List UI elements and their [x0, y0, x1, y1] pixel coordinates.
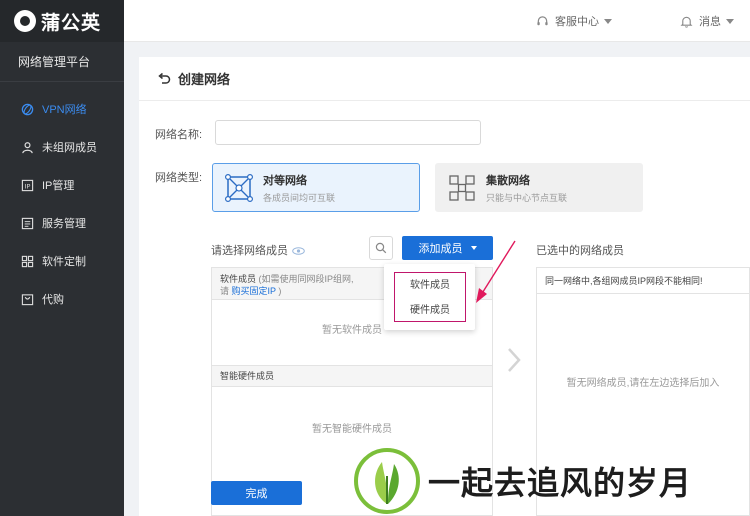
sidebar-item-unassigned[interactable]: 未组网成员	[0, 128, 124, 166]
watermark-logo	[354, 448, 420, 514]
list-icon	[20, 216, 34, 230]
hardware-members-header: 智能硬件成员	[212, 365, 492, 387]
sidebar-item-custom[interactable]: 软件定制	[0, 242, 124, 280]
selected-empty-text: 暂无网络成员,请在左边选择后加入	[566, 378, 720, 389]
headset-icon	[537, 15, 548, 25]
top-bar: 客服中心 消息	[124, 0, 750, 42]
logo-text: 蒲公英	[41, 12, 102, 34]
chevron-down-icon	[726, 18, 734, 24]
network-name-label: 网络名称:	[155, 129, 203, 141]
software-members-hint-suffix: )	[278, 286, 282, 296]
svg-text:IP: IP	[24, 182, 30, 190]
messages-link[interactable]: 消息	[680, 13, 734, 29]
watermark: 一起去追风的岁月	[352, 446, 750, 516]
sidebar-item-label: 软件定制	[42, 256, 86, 268]
annotation-arrow	[476, 240, 516, 303]
software-members-title: 软件成员	[220, 274, 257, 284]
support-center-label: 客服中心	[555, 16, 599, 28]
sidebar-item-ip[interactable]: IP IP管理	[0, 166, 124, 204]
search-icon	[375, 242, 387, 254]
network-type-label: 网络类型:	[155, 172, 203, 184]
selected-members-label: 已选中的网络成员	[536, 245, 624, 257]
network-name-input[interactable]	[215, 120, 481, 145]
platform-title: 网络管理平台	[0, 42, 124, 82]
bag-icon	[20, 292, 34, 306]
type-option-title: 对等网络	[263, 174, 307, 187]
page-title: 创建网络	[178, 72, 231, 87]
globe-icon	[20, 102, 34, 116]
peer-network-icon	[225, 173, 253, 202]
software-members-hint: (如需使用同网段IP组网,	[258, 274, 354, 284]
sidebar-item-purchase[interactable]: 代购	[0, 280, 124, 318]
messages-label: 消息	[699, 16, 721, 28]
bell-icon	[680, 16, 693, 28]
logo[interactable]: 蒲公英	[0, 0, 124, 42]
software-members-hint-prefix: 请	[220, 286, 230, 296]
type-option-hub[interactable]: 集散网络 只能与中心节点互联	[435, 163, 643, 212]
select-members-text: 请选择网络成员	[211, 245, 288, 257]
sidebar-item-label: 代购	[42, 294, 64, 306]
type-option-desc: 各成员间均可互联	[263, 192, 336, 203]
type-option-title: 集散网络	[486, 174, 530, 187]
hardware-empty-text: 暂无智能硬件成员	[312, 424, 392, 435]
selected-members-notice: 同一网络中,各组网成员IP网段不能相同!	[537, 268, 749, 294]
select-members-label: 请选择网络成员	[211, 242, 305, 258]
sidebar-item-label: 服务管理	[42, 218, 86, 230]
type-option-desc: 只能与中心节点互联	[486, 192, 568, 203]
ip-icon: IP	[20, 178, 34, 192]
sidebar: 蒲公英 网络管理平台 VPN网络 未组网成员 IP IP管理 服务管理 软件定制…	[0, 0, 124, 516]
dropdown-item-hardware[interactable]: 硬件成员	[395, 298, 465, 323]
grid-icon	[20, 254, 34, 268]
back-icon[interactable]	[157, 72, 171, 86]
transfer-arrow-icon[interactable]	[507, 347, 521, 373]
add-member-label: 添加成员	[418, 243, 463, 255]
sidebar-item-label: VPN网络	[42, 104, 87, 116]
type-option-peer[interactable]: 对等网络 各成员间均可互联	[212, 163, 420, 212]
user-icon	[20, 140, 34, 154]
card-header: 创建网络	[139, 57, 750, 101]
search-button[interactable]	[369, 236, 393, 260]
sidebar-item-label: IP管理	[42, 180, 75, 192]
done-button[interactable]: 完成	[211, 481, 302, 505]
sidebar-item-services[interactable]: 服务管理	[0, 204, 124, 242]
sidebar-item-label: 未组网成员	[42, 142, 97, 154]
dropdown-item-software[interactable]: 软件成员	[395, 273, 465, 298]
add-member-dropdown: 软件成员 硬件成员	[384, 264, 475, 330]
dropdown-highlight-box: 软件成员 硬件成员	[394, 272, 466, 322]
support-center-link[interactable]: 客服中心	[536, 13, 612, 29]
buy-fixed-ip-link[interactable]: 购买固定IP	[232, 286, 276, 296]
watermark-text: 一起去追风的岁月	[428, 464, 693, 502]
hub-network-icon	[449, 174, 475, 201]
eye-icon[interactable]	[292, 247, 305, 255]
sidebar-item-vpn[interactable]: VPN网络	[0, 90, 124, 128]
logo-icon	[14, 10, 36, 32]
chevron-down-icon	[604, 18, 612, 24]
sidebar-nav: VPN网络 未组网成员 IP IP管理 服务管理 软件定制 代购	[0, 90, 124, 318]
